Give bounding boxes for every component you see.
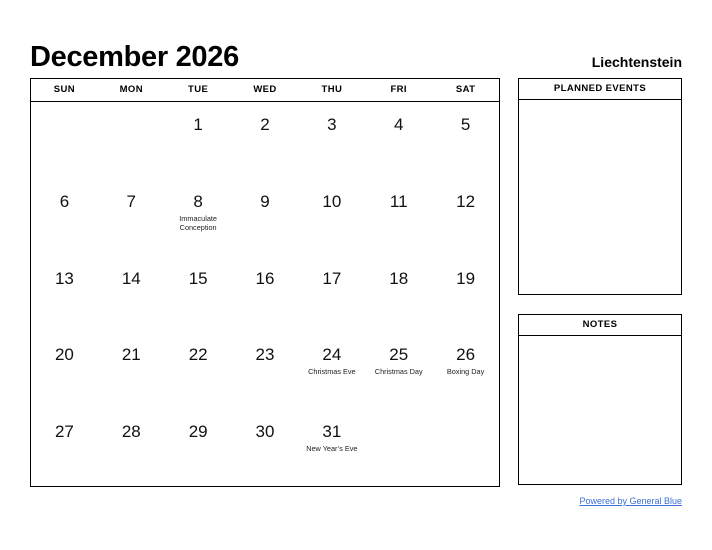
page-title: December 2026	[30, 41, 239, 73]
day-number: 11	[389, 191, 408, 211]
calendar-day-cell[interactable]: 1	[165, 102, 232, 179]
planned-events-header: PLANNED EVENTS	[519, 79, 681, 100]
calendar-day-cell-empty	[98, 102, 165, 179]
day-number: 24	[322, 345, 342, 365]
calendar-day-cell[interactable]: 28	[98, 409, 165, 486]
day-number: 4	[393, 115, 404, 134]
day-number: 3	[327, 115, 337, 134]
day-number: 25	[389, 345, 409, 365]
day-number: 10	[322, 191, 342, 211]
day-number: 16	[255, 268, 275, 288]
planned-events-panel: PLANNED EVENTS	[518, 78, 682, 295]
day-number: 8	[193, 191, 203, 211]
calendar-week-row: 27 28 29 30 31 New Year’s Eve	[31, 409, 499, 486]
day-number: 9	[260, 191, 270, 211]
day-event-label: Immaculate Conception	[179, 213, 217, 233]
calendar-day-cell[interactable]: 21	[98, 332, 165, 409]
day-number: 14	[121, 268, 141, 288]
calendar-day-cell[interactable]: 17	[298, 256, 365, 333]
day-number: 31	[322, 422, 342, 442]
day-number: 19	[456, 268, 476, 288]
calendar-day-cell[interactable]: 12	[432, 179, 499, 256]
day-number: 2	[260, 115, 270, 134]
weekday-header: SAT	[455, 84, 476, 95]
weekday-header: MON	[119, 84, 143, 95]
calendar-day-cell[interactable]: 25 Christmas Day	[365, 332, 432, 409]
day-number: 1	[193, 115, 203, 134]
calendar-grid: SUN MON TUE WED THU FRI SAT 1 2 3 4 5 6 7 8 Immaculate…	[30, 78, 500, 487]
day-number: 6	[59, 191, 70, 211]
day-number: 20	[54, 345, 74, 365]
day-number: 18	[389, 268, 409, 288]
day-number: 22	[188, 345, 208, 365]
calendar-week-row: 1 2 3 4 5	[31, 102, 499, 179]
calendar-day-cell[interactable]: 13	[31, 256, 98, 333]
calendar-day-cell[interactable]: 19	[432, 256, 499, 333]
calendar-day-cell[interactable]: 8 Immaculate Conception	[165, 179, 232, 256]
calendar-day-cell-empty	[365, 409, 432, 486]
day-number: 23	[255, 345, 275, 365]
day-number: 12	[456, 191, 476, 211]
day-number: 17	[322, 268, 342, 288]
calendar-weeks: 1 2 3 4 5 6 7 8 Immaculate Conception 9 10 11 12 13 14…	[31, 102, 499, 486]
calendar-day-cell[interactable]: 11	[365, 179, 432, 256]
calendar-day-cell[interactable]: 3	[298, 102, 365, 179]
day-number: 26	[456, 345, 476, 365]
day-event-label: Christmas Eve	[308, 367, 356, 377]
calendar-day-cell[interactable]: 6	[31, 179, 98, 256]
powered-by-link[interactable]: Powered by General Blue	[518, 496, 682, 506]
calendar-day-cell[interactable]: 18	[365, 256, 432, 333]
weekday-header: FRI	[390, 84, 407, 95]
calendar-day-cell-empty	[31, 102, 98, 179]
calendar-day-cell[interactable]: 31 New Year’s Eve	[298, 409, 365, 486]
weekday-header: WED	[253, 84, 277, 95]
page-header: December 2026 Liechtenstein	[30, 28, 682, 72]
day-number: 27	[54, 422, 74, 442]
calendar-day-cell[interactable]: 23	[232, 332, 299, 409]
planned-events-body[interactable]	[519, 100, 681, 294]
notes-body[interactable]	[519, 336, 681, 484]
day-number: 29	[188, 422, 208, 442]
weekday-header: SUN	[53, 84, 76, 95]
calendar-day-cell[interactable]: 5	[432, 102, 499, 179]
day-number: 7	[126, 191, 137, 211]
calendar-week-row: 20 21 22 23 24 Christmas Eve 25 Christmas Day 26…	[31, 332, 499, 409]
calendar-day-cell[interactable]: 27	[31, 409, 98, 486]
day-event-label: New Year’s Eve	[306, 444, 358, 454]
calendar-day-cell[interactable]: 2	[232, 102, 299, 179]
weekday-header-row: SUN MON TUE WED THU FRI SAT	[31, 79, 499, 102]
calendar-day-cell[interactable]: 9	[232, 179, 299, 256]
calendar-day-cell[interactable]: 26 Boxing Day	[432, 332, 499, 409]
calendar-day-cell[interactable]: 24 Christmas Eve	[298, 332, 365, 409]
calendar-day-cell-empty	[432, 409, 499, 486]
weekday-header: THU	[321, 84, 343, 95]
notes-header: NOTES	[519, 315, 681, 336]
day-number: 13	[54, 268, 74, 288]
day-number: 5	[460, 115, 471, 134]
day-number: 21	[121, 345, 141, 365]
calendar-page: December 2026 Liechtenstein SUN MON TUE WED…	[0, 0, 712, 550]
calendar-day-cell[interactable]: 22	[165, 332, 232, 409]
calendar-day-cell[interactable]: 16	[232, 256, 299, 333]
calendar-day-cell[interactable]: 10	[298, 179, 365, 256]
country-label: Liechtenstein	[591, 54, 682, 70]
day-number: 15	[188, 268, 208, 288]
calendar-day-cell[interactable]: 14	[98, 256, 165, 333]
calendar-day-cell[interactable]: 4	[365, 102, 432, 179]
day-number: 30	[255, 422, 275, 442]
day-number: 28	[121, 422, 141, 442]
notes-panel: NOTES	[518, 314, 682, 485]
weekday-header: TUE	[188, 84, 209, 95]
calendar-day-cell[interactable]: 7	[98, 179, 165, 256]
calendar-day-cell[interactable]: 30	[232, 409, 299, 486]
calendar-week-row: 13 14 15 16 17 18 19	[31, 256, 499, 333]
calendar-week-row: 6 7 8 Immaculate Conception 9 10 11 12	[31, 179, 499, 256]
calendar-day-cell[interactable]: 29	[165, 409, 232, 486]
day-event-label: Christmas Day	[374, 367, 423, 377]
calendar-day-cell[interactable]: 20	[31, 332, 98, 409]
calendar-day-cell[interactable]: 15	[165, 256, 232, 333]
day-event-label: Boxing Day	[446, 367, 485, 377]
